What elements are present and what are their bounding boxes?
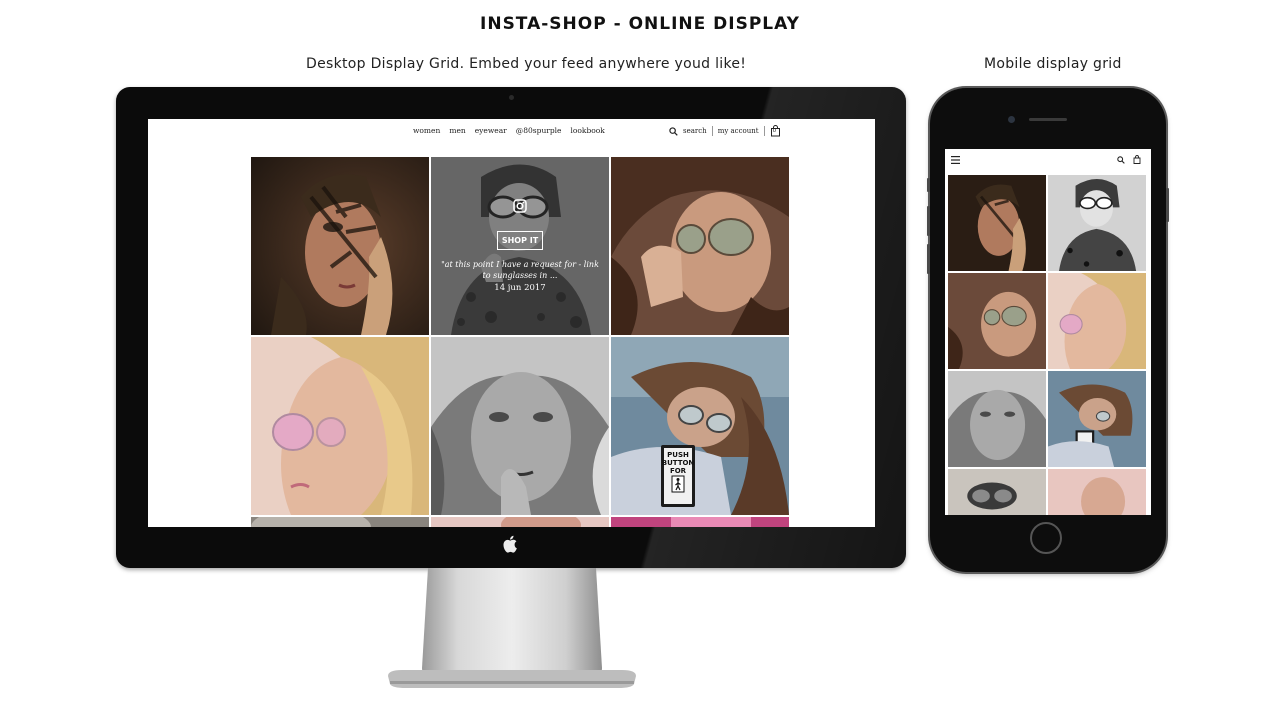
tool-divider — [711, 126, 713, 136]
mobile-photo-fern-portrait[interactable] — [948, 175, 1046, 271]
post-date: 14 jun 2017 — [494, 283, 546, 293]
grid-photo-aviator-woman[interactable] — [611, 157, 789, 335]
cart-button[interactable]: 0 — [770, 125, 781, 137]
grid-photo-partial-3[interactable] — [611, 517, 789, 527]
shop-it-button[interactable]: SHOP IT — [497, 231, 543, 250]
search-link[interactable]: search — [683, 127, 707, 135]
post-caption: "at this point I have a request for - li… — [441, 260, 599, 280]
grid-photo-pink-sunglasses[interactable] — [251, 337, 429, 515]
nav-eyewear[interactable]: eyewear — [475, 126, 507, 135]
page-title: INSTA-SHOP - ONLINE DISPLAY — [480, 14, 800, 34]
grid-photo-grunge-man[interactable]: SHOP IT "at this point I have a request … — [431, 157, 609, 335]
desktop-screen: women men eyewear @80spurple lookbook se… — [148, 119, 875, 527]
nav-lookbook[interactable]: lookbook — [571, 126, 605, 135]
sign-line: BUTTON — [661, 459, 695, 467]
phone-volume-up — [927, 206, 930, 236]
sign-line: FOR — [669, 467, 687, 475]
mobile-photo-grid — [948, 175, 1148, 515]
tool-divider — [763, 126, 765, 136]
phone-volume-down — [927, 244, 930, 274]
home-button[interactable] — [1030, 522, 1062, 554]
mobile-header — [945, 149, 1151, 172]
account-link[interactable]: my account — [718, 127, 759, 135]
search-icon[interactable] — [1117, 156, 1125, 164]
grid-photo-fern-portrait[interactable] — [251, 157, 429, 335]
desktop-caption: Desktop Display Grid. Embed your feed an… — [306, 56, 747, 72]
grid-photo-bw-face[interactable] — [431, 337, 609, 515]
mobile-photo-bw-face[interactable] — [948, 371, 1046, 467]
phone-mute-switch — [927, 178, 930, 192]
cart-count: 0 — [772, 128, 777, 134]
grid-photo-partial-1[interactable] — [251, 517, 429, 527]
nav-women[interactable]: women — [413, 126, 440, 135]
phone-power-button — [1166, 188, 1169, 222]
cart-icon[interactable] — [1133, 155, 1141, 164]
site-nav: women men eyewear @80spurple lookbook — [413, 126, 605, 135]
mobile-photo-push-button[interactable] — [1048, 371, 1146, 467]
sign-face: PUSH BUTTON FOR — [661, 448, 695, 504]
site-tools: search my account 0 — [669, 125, 781, 137]
mobile-photo-partial-1[interactable] — [948, 469, 1046, 515]
pedestrian-icon — [671, 475, 685, 493]
mobile-caption: Mobile display grid — [984, 56, 1122, 72]
mobile-photo-partial-2[interactable] — [1048, 469, 1146, 515]
monitor-camera — [509, 95, 514, 100]
crosswalk-sign: PUSH BUTTON FOR — [661, 445, 695, 507]
phone-speaker — [1029, 118, 1067, 121]
desktop-photo-grid: SHOP IT "at this point I have a request … — [251, 157, 789, 527]
mobile-screen — [945, 149, 1151, 515]
instagram-icon — [513, 199, 527, 213]
apple-logo-icon — [503, 535, 517, 553]
grid-photo-push-button[interactable]: PUSH BUTTON FOR — [611, 337, 789, 515]
nav-men[interactable]: men — [449, 126, 465, 135]
search-icon[interactable] — [669, 126, 678, 136]
sign-line: PUSH — [667, 451, 689, 459]
desktop-monitor: women men eyewear @80spurple lookbook se… — [116, 87, 906, 568]
monitor-stand — [388, 568, 636, 688]
phone-camera — [1008, 116, 1015, 123]
menu-icon[interactable] — [951, 156, 960, 164]
mobile-photo-aviator-woman[interactable] — [948, 273, 1046, 369]
mobile-photo-grunge-man[interactable] — [1048, 175, 1146, 271]
mobile-photo-pink-sunglasses[interactable] — [1048, 273, 1146, 369]
nav-80spurple[interactable]: @80spurple — [516, 126, 562, 135]
mobile-phone — [927, 88, 1169, 572]
grid-photo-partial-2[interactable] — [431, 517, 609, 527]
